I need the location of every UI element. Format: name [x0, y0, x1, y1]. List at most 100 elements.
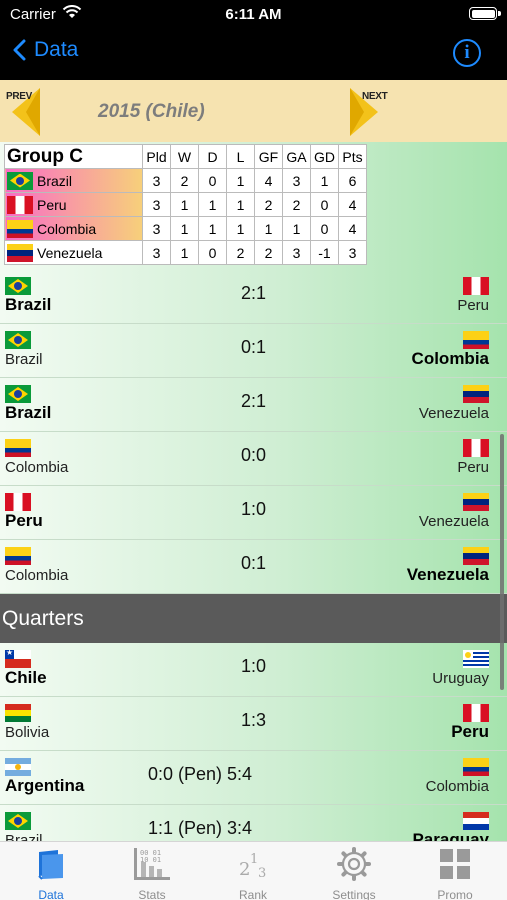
peru-flag-icon [463, 439, 489, 457]
uruguay-flag-icon [463, 650, 489, 668]
away-team: Peru [457, 297, 489, 314]
chevron-left-icon [13, 39, 26, 61]
stat-cell: 3 [282, 240, 311, 265]
results-list[interactable]: Group C Pld W D L GF GA GD Pts Brazil 3 … [0, 142, 507, 841]
year-title: 2015 (Chile) [98, 101, 205, 122]
standings-header-row: Group C Pld W D L GF GA GD Pts [4, 144, 367, 169]
stat-cell: 3 [142, 192, 171, 217]
stat-cell: 4 [338, 192, 367, 217]
team-cell: Peru [4, 192, 143, 217]
away-team: Venezuela [418, 513, 489, 530]
tab-stats[interactable]: 00 01 10 01 Stats [107, 846, 197, 900]
back-button[interactable]: Data [12, 38, 78, 62]
colombia-flag-icon [463, 758, 489, 776]
team-name: Venezuela [37, 244, 103, 261]
stat-cell: 2 [254, 240, 283, 265]
away-team: Venezuela [418, 405, 489, 422]
stat-cell: 3 [338, 240, 367, 265]
standings-row[interactable]: Brazil 3 2 0 1 4 3 1 6 [4, 168, 367, 193]
col-header: GD [310, 144, 339, 169]
grid-icon [440, 849, 470, 879]
stat-cell: 3 [282, 168, 311, 193]
scrollbar[interactable] [500, 434, 504, 690]
svg-text:2: 2 [239, 859, 250, 880]
stat-cell: -1 [310, 240, 339, 265]
tab-label: Data [38, 888, 64, 900]
stat-cell: 6 [338, 168, 367, 193]
match-score: 2:1 [240, 283, 267, 303]
match-row[interactable]: Argentina 0:0 (Pen) 5:4 Colombia [0, 751, 507, 805]
match-score: 1:3 [240, 710, 267, 730]
colombia-flag-icon [463, 331, 489, 349]
away-team: Uruguay [432, 670, 489, 687]
stat-cell: 1 [310, 168, 339, 193]
svg-text:3: 3 [258, 866, 266, 881]
col-header: GA [282, 144, 311, 169]
prev-label: PREV [6, 91, 33, 102]
tab-rank[interactable]: 2 1 3 Rank [208, 846, 298, 900]
peru-flag-icon [463, 277, 489, 295]
navigation-bar: Data i [0, 30, 507, 78]
venezuela-flag-icon [463, 385, 489, 403]
match-row[interactable]: Brazil 1:1 (Pen) 3:4 Paraguay [0, 805, 507, 841]
battery-icon [469, 7, 501, 20]
away-team: Peru [457, 459, 489, 476]
match-row[interactable]: Brazil 0:1 Colombia [0, 324, 507, 378]
stat-cell: 0 [310, 192, 339, 217]
match-row[interactable]: Brazil 2:1 Peru [0, 270, 507, 324]
tab-label: Rank [238, 888, 267, 900]
stat-cell: 4 [254, 168, 283, 193]
stat-cell: 0 [198, 168, 227, 193]
tab-label: Stats [138, 888, 166, 900]
match-score: 1:1 (Pen) 3:4 [147, 818, 253, 838]
venezuela-flag-icon [463, 547, 489, 565]
match-row[interactable]: Peru 1:0 Venezuela [0, 486, 507, 540]
status-bar: Carrier 6:11 AM [0, 0, 507, 30]
stat-cell: 2 [282, 192, 311, 217]
peru-flag-icon [463, 704, 489, 722]
team-cell: Venezuela [4, 240, 143, 265]
venezuela-flag-icon [463, 493, 489, 511]
col-header: D [198, 144, 227, 169]
stat-cell: 1 [282, 216, 311, 241]
rank-icon: 2 1 3 [239, 852, 266, 881]
stat-cell: 2 [226, 240, 255, 265]
colombia-flag-icon [7, 219, 33, 238]
stat-cell: 1 [198, 192, 227, 217]
away-team: Venezuela [406, 565, 489, 584]
match-row[interactable]: Bolivia 1:3 Peru [0, 697, 507, 751]
match-row[interactable]: Colombia 0:0 Peru [0, 432, 507, 486]
tab-data[interactable]: Data [6, 846, 96, 900]
svg-text:1: 1 [250, 852, 258, 867]
col-header: Pts [338, 144, 367, 169]
book-icon [38, 850, 63, 880]
stat-cell: 1 [226, 192, 255, 217]
stat-cell: 1 [170, 240, 199, 265]
stat-cell: 1 [226, 216, 255, 241]
away-team: Colombia [411, 349, 489, 368]
paraguay-flag-icon [463, 812, 489, 830]
clock: 6:11 AM [225, 6, 282, 23]
info-icon[interactable]: i [453, 39, 481, 67]
standings-row[interactable]: Peru 3 1 1 1 2 2 0 4 [4, 192, 367, 217]
match-score: 0:0 (Pen) 5:4 [147, 764, 253, 784]
stat-cell: 0 [310, 216, 339, 241]
stat-cell: 3 [142, 216, 171, 241]
away-team: Peru [451, 722, 489, 741]
team-cell: Brazil [4, 168, 143, 193]
peru-flag-icon [7, 195, 33, 214]
tab-label: Settings [332, 888, 376, 900]
stat-cell: 1 [170, 192, 199, 217]
match-row[interactable]: Colombia 0:1 Venezuela [0, 540, 507, 594]
standings-row[interactable]: Venezuela 3 1 0 2 2 3 -1 3 [4, 240, 367, 265]
tab-promo[interactable]: Promo [410, 846, 500, 900]
team-name: Colombia [37, 220, 97, 237]
match-row[interactable]: Chile 1:0 Uruguay [0, 643, 507, 697]
tab-settings[interactable]: Settings [309, 846, 399, 900]
standings-row[interactable]: Colombia 3 1 1 1 1 1 0 4 [4, 216, 367, 241]
brazil-flag-icon [7, 171, 33, 190]
team-name: Brazil [37, 172, 73, 189]
away-team: Colombia [425, 778, 489, 795]
match-row[interactable]: Brazil 2:1 Venezuela [0, 378, 507, 432]
argentina-flag-icon [5, 758, 31, 776]
